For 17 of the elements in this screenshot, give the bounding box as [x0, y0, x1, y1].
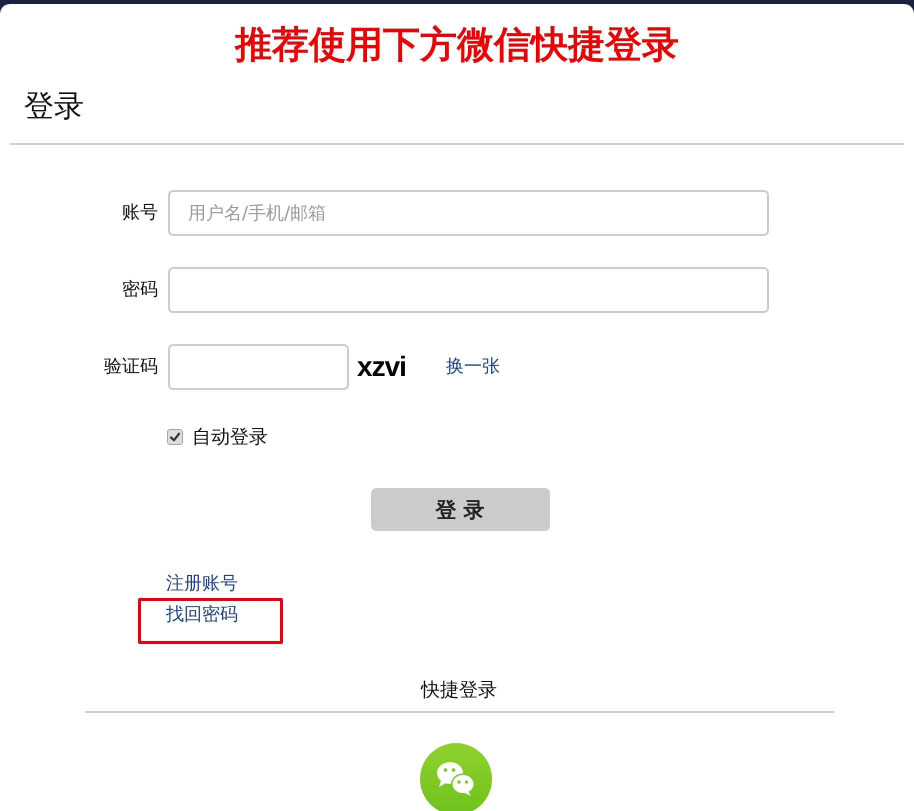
account-link[interactable]: 注册账号: [166, 573, 238, 595]
captcha-field[interactable]: [168, 344, 349, 390]
account-field[interactable]: 用户名/手机/邮箱: [168, 190, 769, 236]
auto-login-checkbox[interactable]: [167, 429, 183, 445]
promo-title: 推荐使用下方微信快捷登录: [235, 22, 679, 68]
page-heading: 登录: [24, 88, 84, 126]
quick-login-title: 快捷登录: [420, 678, 497, 703]
account-link[interactable]: 找回密码: [166, 604, 238, 626]
password-field[interactable]: [168, 267, 769, 313]
refresh-captcha-link[interactable]: 换一张: [446, 355, 500, 379]
chat-bubbles-icon[interactable]: [420, 743, 492, 811]
login-button[interactable]: 登 录: [370, 488, 550, 531]
captcha-text: xzvi: [357, 352, 406, 382]
auto-login-label: 自动登录: [192, 425, 268, 450]
field-label: 验证码: [103, 355, 158, 379]
field-label: 密码: [121, 278, 158, 302]
field-label: 账号: [121, 201, 158, 225]
